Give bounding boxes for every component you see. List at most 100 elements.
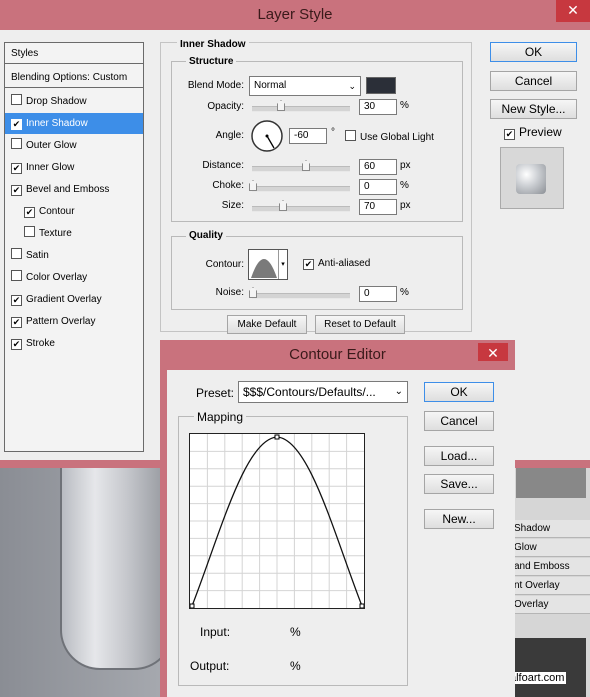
close-button[interactable]: ✕ xyxy=(556,0,590,22)
checkbox-icon[interactable] xyxy=(11,94,22,105)
angle-label: Angle: xyxy=(215,130,244,141)
chevron-down-icon: ⌄ xyxy=(394,386,403,397)
size-input[interactable]: 70 xyxy=(359,199,397,215)
cancel-button[interactable]: Cancel xyxy=(424,411,494,431)
contour-picker[interactable]: ▾ xyxy=(248,249,288,280)
distance-input[interactable]: 60 xyxy=(359,159,397,175)
preview-checkbox[interactable]: ✔ Preview xyxy=(504,125,562,140)
choke-unit: % xyxy=(400,180,409,191)
curve-point[interactable] xyxy=(359,603,364,608)
contour-label: Contour: xyxy=(205,259,244,270)
choke-label: Choke: xyxy=(212,180,244,191)
checkbox-icon[interactable] xyxy=(345,130,356,141)
style-item-inner-shadow[interactable]: ✔ Inner Shadow xyxy=(5,113,143,134)
checkbox-icon[interactable] xyxy=(24,226,35,237)
style-item-bevel-and-emboss[interactable]: ✔ Bevel and Emboss xyxy=(5,179,143,200)
size-slider[interactable] xyxy=(252,200,350,212)
opacity-input[interactable]: 30 xyxy=(359,99,397,115)
input-label: Input: xyxy=(200,625,231,639)
style-item-label: Stroke xyxy=(26,338,55,349)
layer-effect-row[interactable]: Glow xyxy=(506,539,590,557)
blending-options-item[interactable]: Blending Options: Custom xyxy=(5,67,143,88)
ok-button[interactable]: OK xyxy=(490,42,577,62)
style-item-color-overlay[interactable]: Color Overlay xyxy=(5,267,143,288)
style-item-pattern-overlay[interactable]: ✔ Pattern Overlay xyxy=(5,311,143,332)
save-button[interactable]: Save... xyxy=(424,474,494,494)
shadow-color-swatch[interactable] xyxy=(366,77,396,94)
contour-graph[interactable] xyxy=(189,433,365,609)
layer-effect-row[interactable]: Overlay xyxy=(506,596,590,614)
noise-slider[interactable] xyxy=(249,287,350,299)
size-unit: px xyxy=(400,200,411,211)
style-item-label: Texture xyxy=(39,228,72,239)
checkbox-icon[interactable] xyxy=(11,270,22,281)
style-item-texture[interactable]: Texture xyxy=(5,223,143,244)
angle-dial[interactable] xyxy=(250,119,284,153)
opacity-slider[interactable] xyxy=(252,100,350,112)
style-item-contour[interactable]: ✔ Contour xyxy=(5,201,143,222)
curve-point[interactable] xyxy=(190,603,195,608)
checkbox-icon[interactable]: ✔ xyxy=(504,129,515,140)
layer-effect-row[interactable]: nt Overlay xyxy=(506,577,590,595)
output-label: Output: xyxy=(190,659,230,673)
style-item-label: Drop Shadow xyxy=(26,96,87,107)
anti-aliased-label: Anti-aliased xyxy=(318,258,371,269)
style-item-satin[interactable]: Satin xyxy=(5,245,143,266)
layer-effect-row[interactable]: and Emboss xyxy=(506,558,590,576)
input-unit: % xyxy=(290,625,301,639)
new-style-button[interactable]: New Style... xyxy=(490,99,577,119)
cancel-button[interactable]: Cancel xyxy=(490,71,577,91)
checkbox-icon[interactable]: ✔ xyxy=(11,295,22,306)
close-button[interactable]: ✕ xyxy=(478,343,508,361)
checkbox-icon[interactable]: ✔ xyxy=(11,119,22,130)
noise-unit: % xyxy=(400,287,409,298)
checkbox-icon[interactable] xyxy=(11,138,22,149)
checkbox-icon[interactable]: ✔ xyxy=(24,207,35,218)
checkbox-icon[interactable]: ✔ xyxy=(303,259,314,270)
angle-input[interactable]: -60 xyxy=(289,128,327,144)
distance-label: Distance: xyxy=(202,160,244,171)
checkbox-icon[interactable]: ✔ xyxy=(11,317,22,328)
new-button[interactable]: New... xyxy=(424,509,494,529)
load-button[interactable]: Load... xyxy=(424,446,494,466)
window-title: Layer Style xyxy=(257,6,333,23)
global-light-checkbox[interactable]: Use Global Light xyxy=(345,130,434,143)
layer-thumbnail xyxy=(514,638,586,697)
distance-slider[interactable] xyxy=(252,160,350,172)
structure-label: Structure xyxy=(186,56,237,67)
checkbox-icon[interactable]: ✔ xyxy=(11,185,22,196)
style-item-inner-glow[interactable]: ✔ Inner Glow xyxy=(5,157,143,178)
chevron-down-icon[interactable]: ▾ xyxy=(278,250,287,279)
make-default-button[interactable]: Make Default xyxy=(227,315,307,334)
preset-select[interactable]: $$$/Contours/Defaults/... ⌄ xyxy=(238,381,408,403)
style-item-label: Satin xyxy=(26,250,49,261)
style-item-label: Inner Shadow xyxy=(26,118,88,129)
checkbox-icon[interactable]: ✔ xyxy=(11,339,22,350)
blend-mode-value: Normal xyxy=(254,80,287,91)
preview-shape xyxy=(516,164,546,194)
preset-label: Preset: xyxy=(196,386,235,400)
style-item-drop-shadow[interactable]: Drop Shadow xyxy=(5,91,143,112)
reset-default-button[interactable]: Reset to Default xyxy=(315,315,405,334)
style-item-gradient-overlay[interactable]: ✔ Gradient Overlay xyxy=(5,289,143,310)
layer-effect-row[interactable]: Shadow xyxy=(506,520,590,538)
style-item-outer-glow[interactable]: Outer Glow xyxy=(5,135,143,156)
noise-input[interactable]: 0 xyxy=(359,286,397,302)
curve-point[interactable] xyxy=(274,434,280,440)
style-item-stroke[interactable]: ✔ Stroke xyxy=(5,333,143,354)
blend-mode-select[interactable]: Normal ⌄ xyxy=(249,76,361,96)
window-title: Contour Editor xyxy=(289,346,386,363)
ok-button[interactable]: OK xyxy=(424,382,494,402)
choke-slider[interactable] xyxy=(249,180,350,192)
checkbox-icon[interactable] xyxy=(11,248,22,259)
style-item-label: Pattern Overlay xyxy=(26,316,96,327)
layers-panel: Shadow Glow and Emboss nt Overlay Overla… xyxy=(505,468,590,697)
chevron-down-icon: ⌄ xyxy=(348,81,356,91)
styles-header[interactable]: Styles xyxy=(5,43,143,64)
glass-shape xyxy=(60,468,174,670)
contour-editor-window: Contour Editor ✕ Preset: $$$/Contours/De… xyxy=(160,340,515,697)
checkbox-icon[interactable]: ✔ xyxy=(11,163,22,174)
choke-input[interactable]: 0 xyxy=(359,179,397,195)
anti-aliased-checkbox[interactable]: ✔ Anti-aliased xyxy=(303,258,370,270)
opacity-unit: % xyxy=(400,100,409,111)
